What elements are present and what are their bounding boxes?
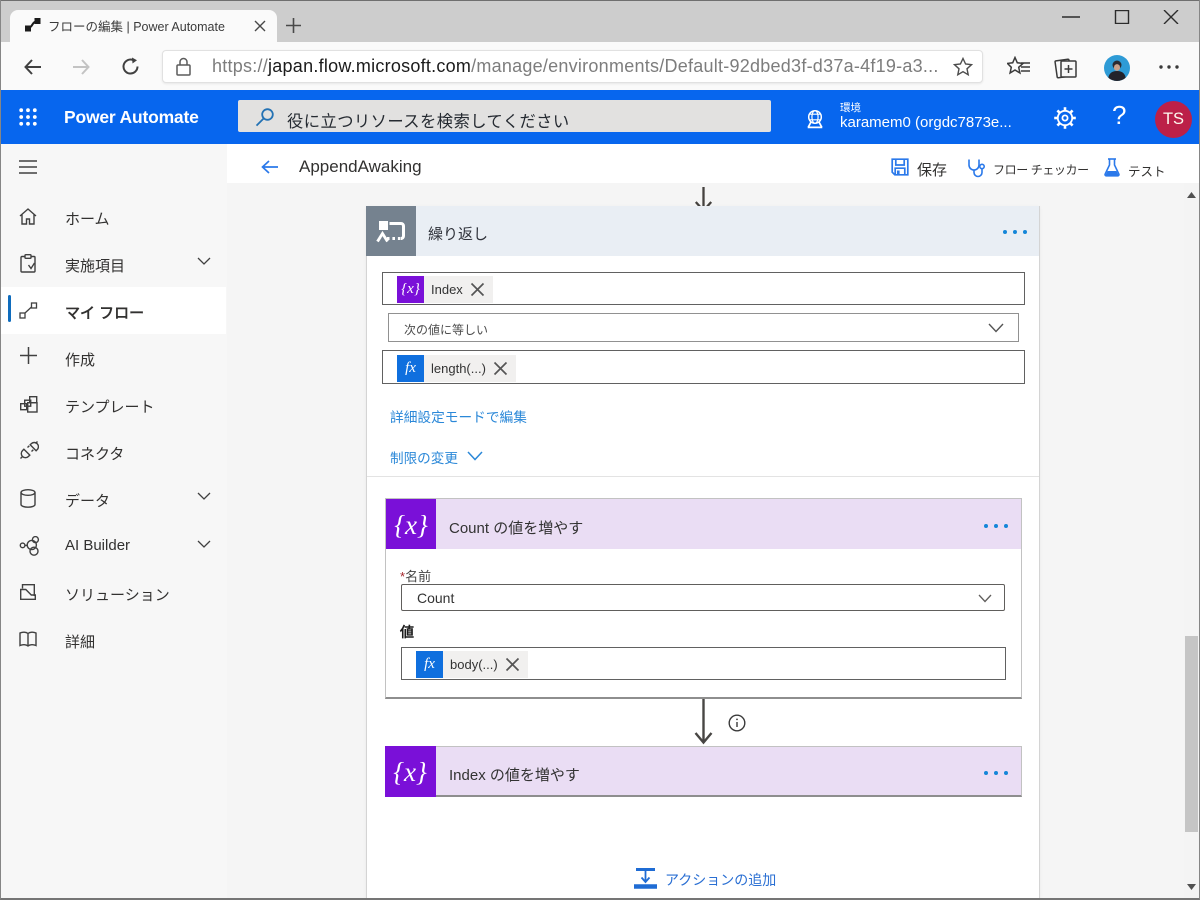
svg-text:{x}: {x} [393,757,427,787]
svg-text:{x}: {x} [394,510,428,540]
